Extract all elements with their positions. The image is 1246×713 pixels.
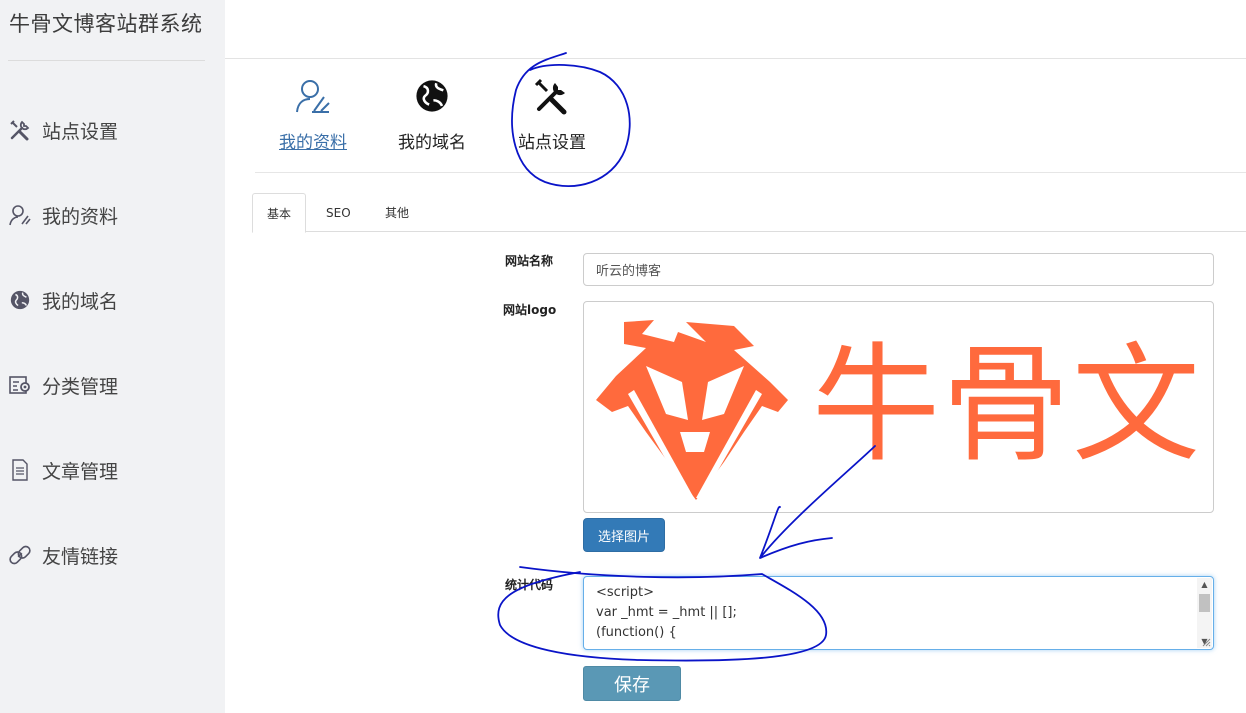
sidebar-item-my-profile[interactable]: 我的资料 — [8, 198, 118, 232]
resize-grip-icon[interactable] — [1201, 637, 1211, 647]
tab-site-settings[interactable]: 站点设置 — [515, 76, 589, 156]
sidebar: 牛骨文博客站群系统 站点设置 我的资料 我的域名 分类管理 文章管理 友情链接 — [0, 0, 225, 713]
category-settings-icon — [8, 373, 32, 397]
tab-my-domain[interactable]: 我的域名 — [395, 76, 469, 156]
tab-seo[interactable]: SEO — [312, 193, 365, 232]
stats-code-label: 统计代码 — [505, 578, 554, 592]
sidebar-item-label: 站点设置 — [42, 120, 119, 143]
sidebar-item-site-settings[interactable]: 站点设置 — [8, 113, 118, 147]
logo-text: 牛骨文 — [812, 331, 1203, 480]
brand-divider — [8, 60, 205, 61]
user-icon — [8, 203, 32, 227]
sidebar-item-my-domain[interactable]: 我的域名 — [8, 283, 118, 317]
site-name-input[interactable]: 听云的博客 — [583, 253, 1214, 286]
tab-other[interactable]: 其他 — [371, 193, 423, 232]
tab-label: 站点设置 — [518, 133, 586, 153]
document-icon — [8, 458, 32, 482]
scroll-thumb[interactable] — [1199, 594, 1210, 612]
logo-preview: 牛骨文 — [583, 301, 1214, 513]
tab-my-profile[interactable]: 我的资料 — [276, 76, 350, 156]
header-divider — [225, 58, 1246, 59]
user-icon — [293, 76, 333, 116]
section-divider — [255, 172, 1246, 173]
site-name-label: 网站名称 — [505, 254, 554, 268]
tools-icon — [8, 118, 32, 142]
code-line: <script> — [596, 585, 655, 600]
sidebar-item-friend-links[interactable]: 友情链接 — [8, 538, 118, 572]
globe-icon — [8, 288, 32, 312]
sidebar-item-category[interactable]: 分类管理 — [8, 368, 118, 402]
tools-icon — [532, 76, 572, 116]
sidebar-item-label: 友情链接 — [42, 545, 119, 568]
select-image-button[interactable]: 选择图片 — [583, 518, 665, 552]
code-line: var _hmt = _hmt || []; — [596, 605, 737, 620]
scroll-up-arrow-icon[interactable]: ▲ — [1197, 578, 1212, 591]
globe-icon — [412, 76, 452, 116]
save-button[interactable]: 保存 — [583, 666, 681, 701]
sidebar-item-label: 文章管理 — [42, 460, 119, 483]
tab-label: 我的资料 — [279, 133, 347, 153]
stats-code-textarea[interactable]: <script> var _hmt = _hmt || []; (functio… — [583, 576, 1214, 650]
sidebar-item-label: 我的资料 — [42, 205, 119, 228]
sidebar-item-label: 我的域名 — [42, 290, 119, 313]
tab-label: 我的域名 — [398, 133, 466, 153]
brand-title: 牛骨文博客站群系统 — [9, 12, 203, 36]
sidebar-item-label: 分类管理 — [42, 375, 119, 398]
tab-basic[interactable]: 基本 — [252, 193, 307, 233]
code-line: (function() { — [596, 625, 677, 640]
site-logo-label: 网站logo — [503, 303, 557, 317]
sidebar-item-articles[interactable]: 文章管理 — [8, 453, 118, 487]
link-icon — [8, 543, 32, 567]
sub-tab-bar: 基本 SEO 其他 — [252, 193, 1246, 233]
